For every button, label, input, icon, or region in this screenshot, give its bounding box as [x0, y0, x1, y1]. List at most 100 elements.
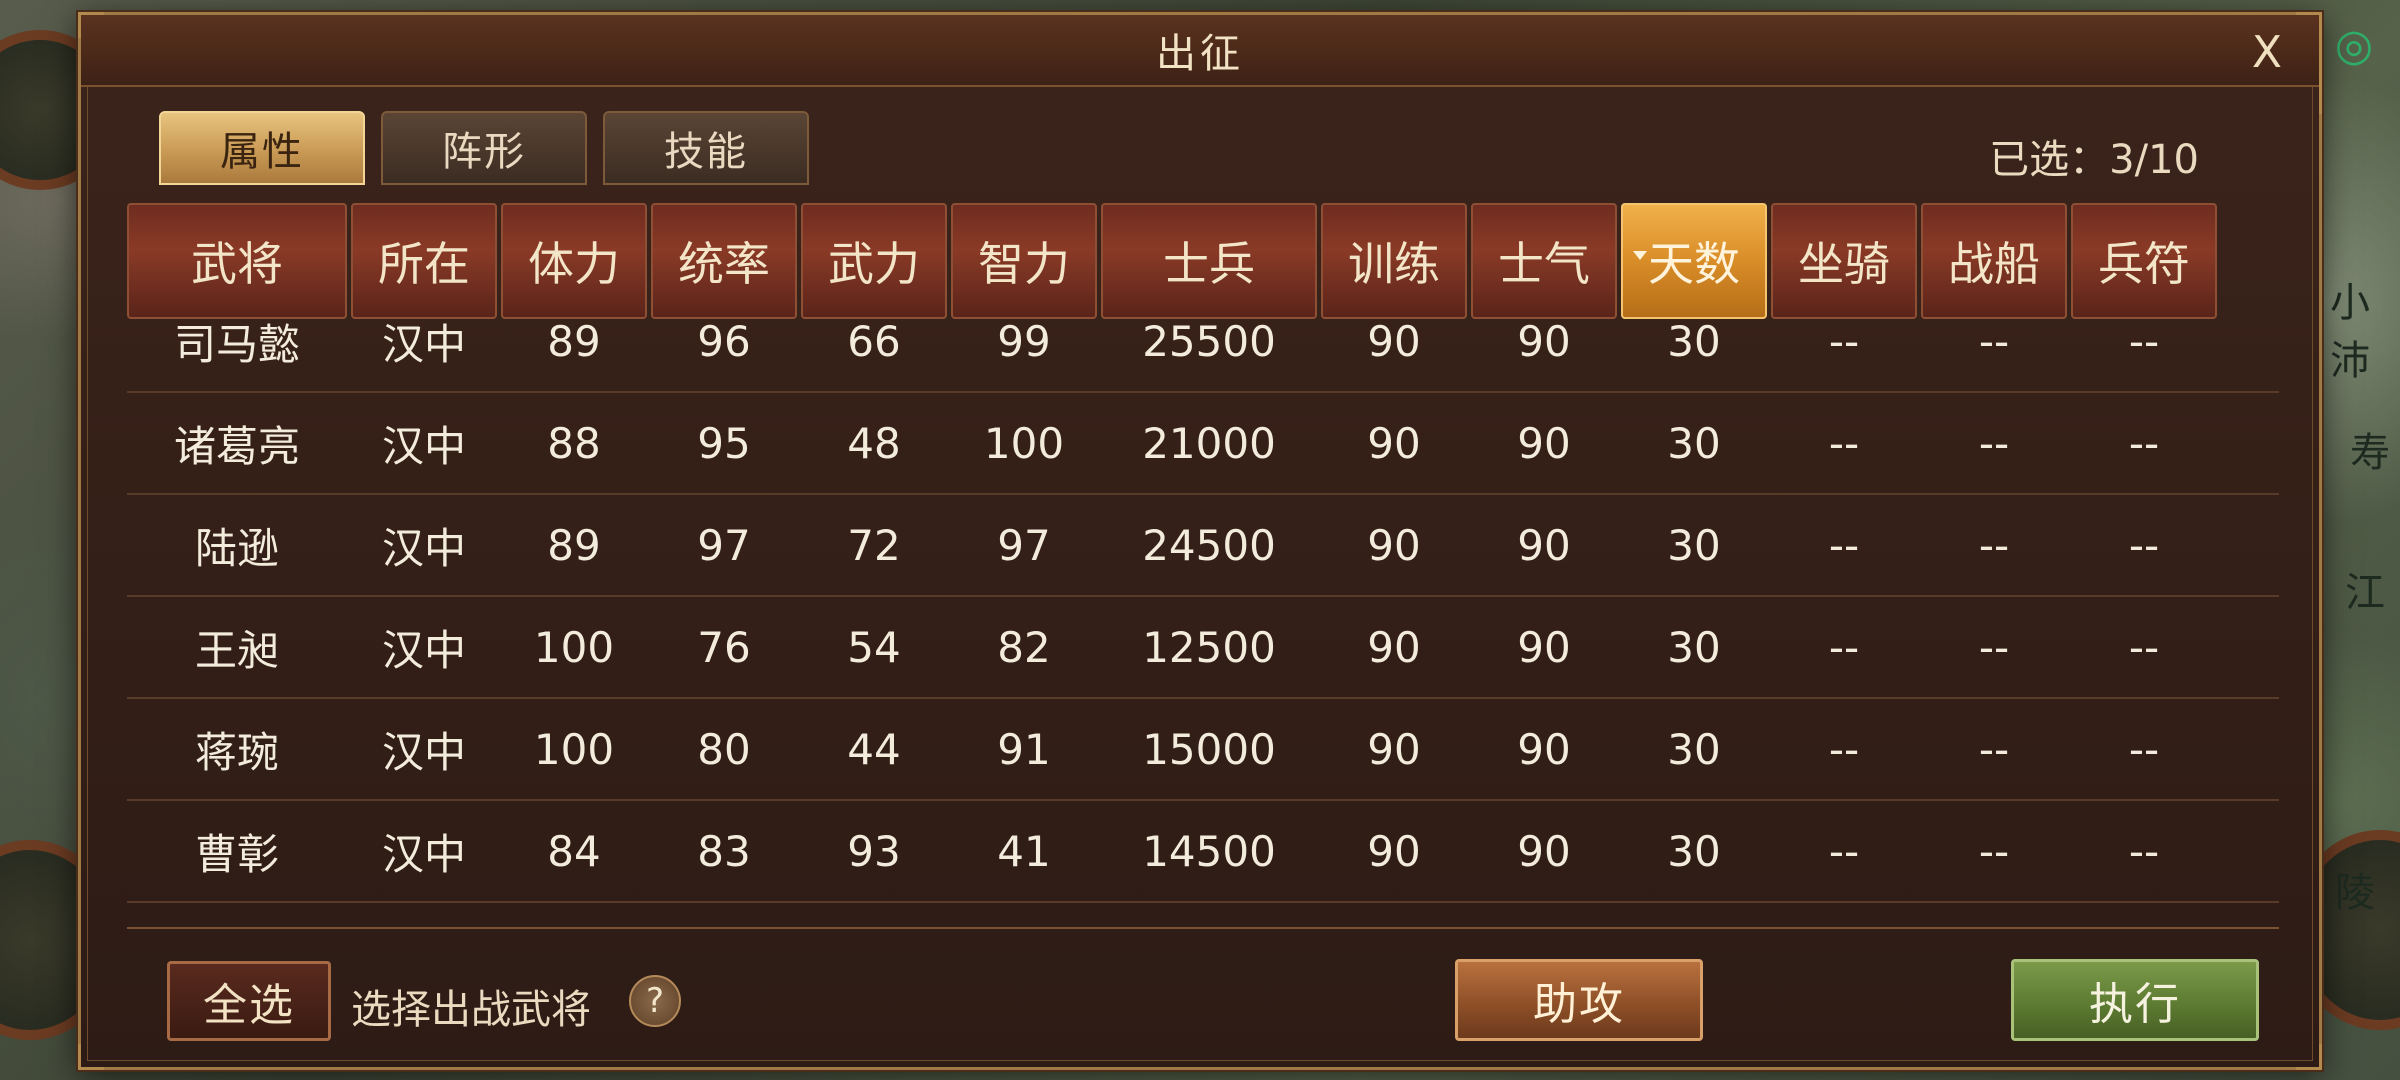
cell-soldiers: 24500 — [1142, 520, 1276, 570]
tab-bar: 属性 阵形 技能 — [159, 111, 809, 185]
cell-general: 王昶 — [194, 625, 279, 675]
column-header-label: 智力 — [978, 237, 1070, 291]
dialog-corner — [2296, 1044, 2322, 1070]
cell-soldiers: 15000 — [1142, 724, 1276, 774]
table-row[interactable]: 曹彰 汉中 84 83 93 41 14500 90 90 30 -- -- -- — [127, 801, 2279, 903]
sort-arrow-icon — [1633, 251, 1647, 260]
column-header-leadership[interactable]: 统率 — [651, 203, 797, 319]
cell-general: 诸葛亮 — [173, 421, 300, 471]
cell-stamina: 89 — [547, 323, 601, 366]
cell-general: 司马懿 — [173, 323, 300, 369]
table-header: 武将 所在 体力 统率 武力 智力 士兵 训练 士气 天数 坐骑 战船 兵符 — [127, 203, 2279, 323]
cell-training: 90 — [1367, 622, 1421, 672]
tab-formation[interactable]: 阵形 — [381, 111, 587, 185]
column-header-training[interactable]: 训练 — [1321, 203, 1467, 319]
table-body[interactable]: 司马懿 汉中 89 96 66 99 25500 90 90 30 -- -- -- 诸葛亮 汉中 88 95 4… — [127, 323, 2279, 929]
column-header-warship[interactable]: 战船 — [1921, 203, 2067, 319]
cell-days: 30 — [1667, 724, 1721, 774]
assist-button[interactable]: 助攻 — [1455, 959, 1703, 1041]
cell-soldiers: 14500 — [1142, 826, 1276, 876]
dialog-title-bar: 出征 X — [81, 15, 2319, 87]
map-label-shou: 寿 — [2350, 430, 2390, 476]
select-all-button[interactable]: 全选 — [167, 961, 331, 1041]
column-header-intellect[interactable]: 智力 — [951, 203, 1097, 319]
cell-warship: -- — [1978, 418, 2010, 468]
column-header-label: 战船 — [1948, 237, 2040, 291]
cell-location: 汉中 — [381, 421, 466, 471]
cell-leadership: 95 — [697, 418, 751, 468]
column-header-label: 士气 — [1498, 237, 1590, 291]
cell-days: 30 — [1667, 418, 1721, 468]
tab-attributes[interactable]: 属性 — [159, 111, 365, 185]
cell-mount: -- — [1828, 323, 1860, 366]
cell-stamina: 88 — [547, 418, 601, 468]
column-header-force[interactable]: 武力 — [801, 203, 947, 319]
cell-location: 汉中 — [381, 829, 466, 879]
table-row[interactable]: 王昶 汉中 100 76 54 82 12500 90 90 30 -- -- -- — [127, 597, 2279, 699]
column-header-label: 所在 — [378, 237, 470, 291]
cell-morale: 90 — [1517, 724, 1571, 774]
map-label-xiaopei: 小沛 — [2330, 280, 2370, 384]
cell-leadership: 83 — [697, 826, 751, 876]
cell-warship: -- — [1978, 826, 2010, 876]
cell-token: -- — [2128, 724, 2160, 774]
cell-morale: 90 — [1517, 622, 1571, 672]
cell-mount: -- — [1828, 724, 1860, 774]
cell-warship: -- — [1978, 622, 2010, 672]
column-header-label: 体力 — [528, 237, 620, 291]
column-header-token[interactable]: 兵符 — [2071, 203, 2217, 319]
column-header-label: 坐骑 — [1798, 237, 1890, 291]
column-header-location[interactable]: 所在 — [351, 203, 497, 319]
column-header-stamina[interactable]: 体力 — [501, 203, 647, 319]
cell-force: 66 — [847, 323, 901, 366]
dialog-corner — [78, 1044, 104, 1070]
general-table: 武将 所在 体力 统率 武力 智力 士兵 训练 士气 天数 坐骑 战船 兵符 司马懿 汉中 89 96 66 99… — [127, 203, 2279, 929]
cell-intellect: 82 — [997, 622, 1051, 672]
cell-leadership: 76 — [697, 622, 751, 672]
tab-skills[interactable]: 技能 — [603, 111, 809, 185]
cell-morale: 90 — [1517, 323, 1571, 366]
cell-training: 90 — [1367, 323, 1421, 366]
column-header-mount[interactable]: 坐骑 — [1771, 203, 1917, 319]
cell-mount: -- — [1828, 622, 1860, 672]
close-button[interactable]: X — [2245, 31, 2289, 75]
column-header-general[interactable]: 武将 — [127, 203, 347, 319]
column-header-label: 武将 — [191, 237, 283, 291]
cell-force: 72 — [847, 520, 901, 570]
cell-token: -- — [2128, 520, 2160, 570]
selected-count: 已选：3/10 — [1989, 137, 2199, 183]
column-header-soldiers[interactable]: 士兵 — [1101, 203, 1317, 319]
signal-icon[interactable]: ◎ — [2326, 18, 2382, 74]
table-row[interactable]: 陆逊 汉中 89 97 72 97 24500 90 90 30 -- -- -- — [127, 495, 2279, 597]
cell-general: 曹彰 — [194, 829, 279, 879]
column-header-morale[interactable]: 士气 — [1471, 203, 1617, 319]
table-row[interactable]: 蒋琬 汉中 100 80 44 91 15000 90 90 30 -- -- -- — [127, 699, 2279, 801]
cell-token: -- — [2128, 622, 2160, 672]
dialog-title: 出征 — [1156, 31, 1244, 77]
cell-token: -- — [2128, 826, 2160, 876]
column-header-label: 士兵 — [1163, 237, 1255, 291]
cell-days: 30 — [1667, 323, 1721, 366]
cell-training: 90 — [1367, 724, 1421, 774]
column-header-label: 兵符 — [2098, 237, 2190, 291]
cell-leadership: 80 — [697, 724, 751, 774]
cell-days: 30 — [1667, 826, 1721, 876]
help-icon[interactable]: ? — [629, 975, 681, 1027]
cell-training: 90 — [1367, 418, 1421, 468]
cell-general: 蒋琬 — [194, 727, 279, 777]
cell-days: 30 — [1667, 520, 1721, 570]
table-row[interactable]: 诸葛亮 汉中 88 95 48 100 21000 90 90 30 -- -- -- — [127, 393, 2279, 495]
map-label-ling: 陵 — [2335, 870, 2375, 916]
cell-intellect: 99 — [997, 323, 1051, 366]
cell-training: 90 — [1367, 826, 1421, 876]
cell-mount: -- — [1828, 418, 1860, 468]
execute-button[interactable]: 执行 — [2011, 959, 2259, 1041]
table-row[interactable]: 司马懿 汉中 89 96 66 99 25500 90 90 30 -- -- -- — [127, 323, 2279, 393]
cell-warship: -- — [1978, 520, 2010, 570]
expedition-dialog: 出征 X 属性 阵形 技能 已选：3/10 武将 所在 体力 统率 武力 智力 士兵 训练 士气… — [78, 12, 2322, 1070]
column-header-days[interactable]: 天数 — [1621, 203, 1767, 319]
column-header-label: 天数 — [1648, 237, 1740, 291]
column-header-label: 训练 — [1348, 237, 1440, 291]
cell-force: 48 — [847, 418, 901, 468]
cell-stamina: 84 — [547, 826, 601, 876]
